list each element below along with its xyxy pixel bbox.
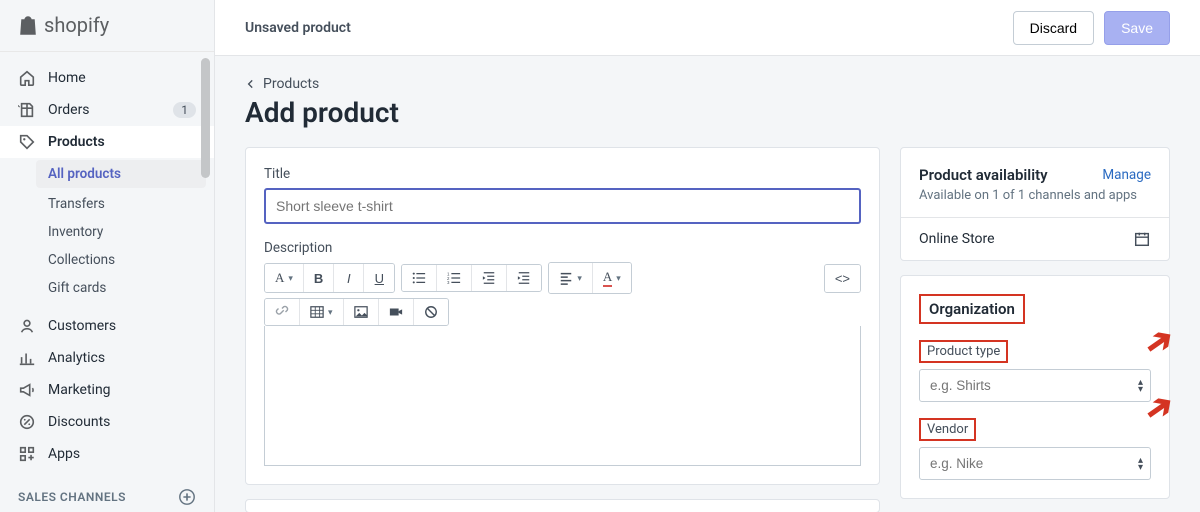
sidebar-item-label: Orders <box>48 102 90 118</box>
image-button[interactable] <box>344 299 379 325</box>
shopify-bag-icon <box>18 14 38 36</box>
content: Products Add product Title Description A… <box>215 56 1200 512</box>
sidebar-header: shopify <box>0 0 214 52</box>
apps-icon <box>18 445 36 463</box>
vendor-label: Vendor <box>919 418 976 441</box>
font-style-dropdown[interactable]: A <box>265 264 304 292</box>
sidebar-item-orders[interactable]: Orders 1 <box>0 94 214 126</box>
home-icon <box>18 69 36 87</box>
editor-toolbar: A B I U 123 <box>264 262 861 294</box>
brand-text: shopify <box>44 13 109 37</box>
sidebar-item-label: Customers <box>48 318 116 334</box>
video-button[interactable] <box>379 299 414 325</box>
availability-subtext: Available on 1 of 1 channels and apps <box>919 188 1151 203</box>
bold-button[interactable]: B <box>304 264 334 292</box>
manage-link[interactable]: Manage <box>1102 167 1151 183</box>
title-label: Title <box>264 166 861 182</box>
sidebar-item-label: Marketing <box>48 382 111 398</box>
sales-channels-heading: SALES CHANNELS <box>0 488 214 506</box>
sidebar-sub-all-products[interactable]: All products <box>36 160 206 188</box>
availability-heading: Product availability <box>919 166 1048 184</box>
product-type-stepper[interactable]: ▴▾ <box>1138 379 1143 393</box>
italic-button[interactable]: I <box>334 264 364 292</box>
sidebar-scrollbar[interactable] <box>201 58 210 178</box>
sidebar-item-label: Products <box>48 134 105 150</box>
clear-format-button[interactable] <box>414 299 448 325</box>
indent-button[interactable] <box>507 265 541 291</box>
sidebar-item-discounts[interactable]: Discounts <box>0 406 214 438</box>
align-dropdown[interactable] <box>549 263 593 293</box>
customers-icon <box>18 317 36 335</box>
organization-card: Organization Product type ▴▾ Vendor ▴▾ ➔ <box>900 275 1170 499</box>
sidebar-item-online-store[interactable]: Online Store <box>0 506 214 512</box>
availability-store: Online Store <box>919 231 995 247</box>
organization-heading: Organization <box>919 294 1025 324</box>
product-type-combo: ▴▾ <box>919 369 1151 402</box>
topbar-actions: Discard Save <box>1013 11 1170 45</box>
next-card-peek <box>245 499 880 512</box>
sidebar-item-analytics[interactable]: Analytics <box>0 342 214 374</box>
sidebar-sub-gift-cards[interactable]: Gift cards <box>0 274 214 302</box>
link-button[interactable] <box>265 299 300 325</box>
product-card: Title Description A B I U <box>245 147 880 485</box>
save-button[interactable]: Save <box>1104 11 1170 45</box>
product-type-label: Product type <box>919 340 1008 363</box>
description-label: Description <box>264 240 861 256</box>
table-dropdown[interactable] <box>300 299 344 325</box>
description-editor[interactable] <box>264 326 861 466</box>
number-list-button[interactable]: 123 <box>437 265 472 291</box>
title-input[interactable] <box>264 188 861 224</box>
orders-icon <box>18 101 36 119</box>
analytics-icon <box>18 349 36 367</box>
discard-button[interactable]: Discard <box>1013 11 1094 45</box>
sidebar-item-products[interactable]: Products <box>0 126 214 158</box>
breadcrumb[interactable]: Products <box>245 76 1170 92</box>
brand-logo[interactable]: shopify <box>18 13 109 37</box>
editor-toolbar-2 <box>264 298 861 326</box>
sidebar-sub-transfers[interactable]: Transfers <box>0 190 214 218</box>
outdent-button[interactable] <box>472 265 507 291</box>
product-type-input[interactable] <box>919 369 1151 402</box>
topbar-title: Unsaved product <box>245 20 351 36</box>
availability-card: Product availability Manage Available on… <box>900 147 1170 261</box>
main: Unsaved product Discard Save Products Ad… <box>215 0 1200 512</box>
calendar-icon[interactable] <box>1133 230 1151 248</box>
sidebar-item-label: Home <box>48 70 86 86</box>
html-view-button[interactable]: <> <box>825 265 860 292</box>
sidebar: shopify Home Orders 1 Products All produ… <box>0 0 215 512</box>
sidebar-sub-collections[interactable]: Collections <box>0 246 214 274</box>
bullet-list-button[interactable] <box>402 265 437 291</box>
sidebar-sub-inventory[interactable]: Inventory <box>0 218 214 246</box>
discounts-icon <box>18 413 36 431</box>
vendor-combo: ▴▾ <box>919 447 1151 480</box>
page-title: Add product <box>245 96 1170 129</box>
sidebar-nav: Home Orders 1 Products All products Tran… <box>0 52 214 512</box>
orders-badge: 1 <box>173 102 196 118</box>
chevron-left-icon <box>245 78 257 90</box>
sidebar-item-home[interactable]: Home <box>0 62 214 94</box>
add-channel-button[interactable] <box>178 488 196 506</box>
sales-channels-label: SALES CHANNELS <box>18 490 126 504</box>
sidebar-item-label: Analytics <box>48 350 105 366</box>
vendor-input[interactable] <box>919 447 1151 480</box>
sidebar-item-marketing[interactable]: Marketing <box>0 374 214 406</box>
text-color-dropdown[interactable]: A <box>593 263 631 293</box>
marketing-icon <box>18 381 36 399</box>
topbar: Unsaved product Discard Save <box>215 0 1200 56</box>
svg-text:3: 3 <box>447 280 450 285</box>
products-icon <box>18 133 36 151</box>
vendor-stepper[interactable]: ▴▾ <box>1138 457 1143 471</box>
sidebar-item-customers[interactable]: Customers <box>0 310 214 342</box>
underline-button[interactable]: U <box>364 264 394 292</box>
sidebar-item-label: Apps <box>48 446 80 462</box>
sidebar-item-apps[interactable]: Apps <box>0 438 214 470</box>
sidebar-item-label: Discounts <box>48 414 110 430</box>
breadcrumb-label: Products <box>263 76 319 92</box>
